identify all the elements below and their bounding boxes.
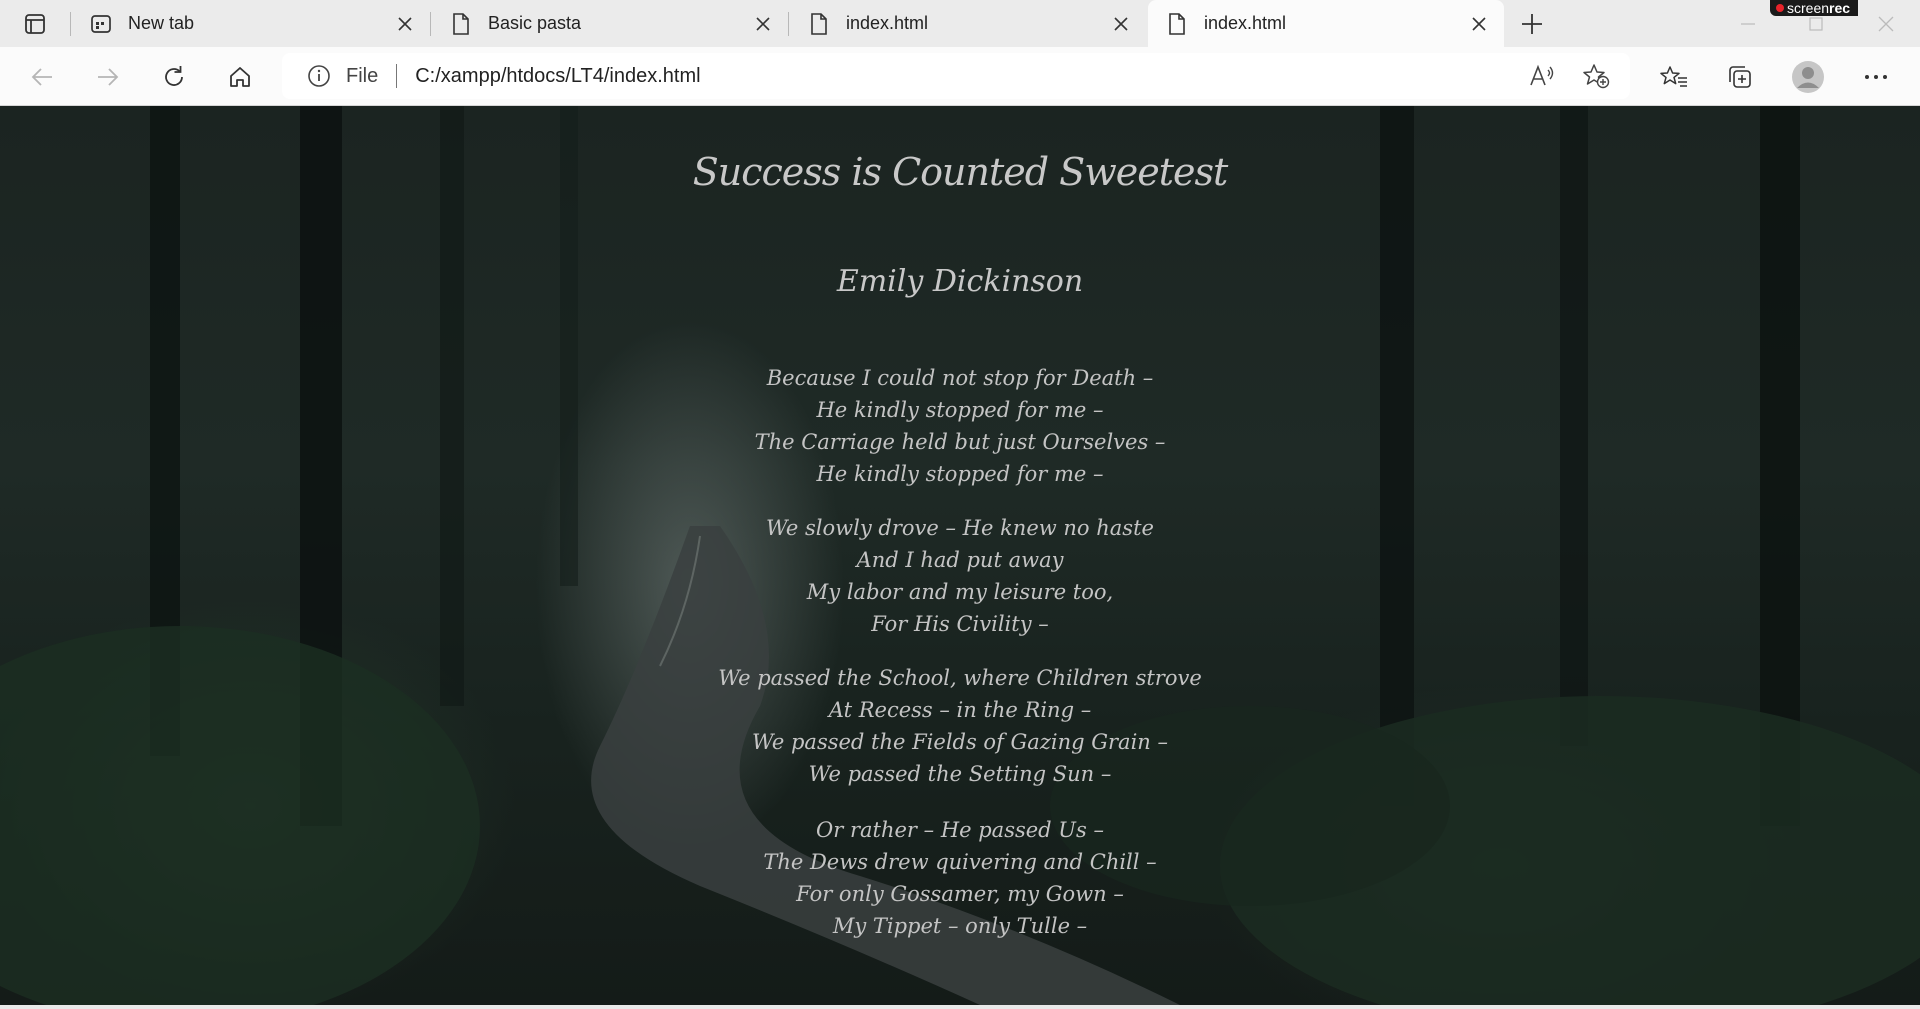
close-icon[interactable]: [1106, 9, 1136, 39]
file-icon: [448, 11, 474, 37]
poem-line: We passed the Setting Sun –: [808, 762, 1112, 786]
poem-line: The Carriage held but just Ourselves –: [754, 430, 1166, 454]
read-aloud-button[interactable]: [1524, 58, 1560, 94]
arrow-right-icon: [98, 68, 119, 86]
window-close-button[interactable]: [1866, 10, 1906, 38]
more-icon: [1865, 75, 1887, 79]
minimize-icon: [1741, 23, 1755, 25]
tab-basic-pasta[interactable]: Basic pasta: [432, 0, 788, 47]
stanza-1: Because I could not stop for Death – He …: [0, 362, 1920, 490]
poem-line: He kindly stopped for me –: [816, 398, 1104, 422]
screenrec-prefix: screen: [1787, 0, 1830, 16]
new-tab-button[interactable]: [1516, 8, 1548, 40]
poem-line: For His Civility –: [871, 612, 1049, 636]
tab-new-tab[interactable]: New tab: [72, 0, 430, 47]
poem-line: Or rather – He passed Us –: [816, 818, 1104, 842]
refresh-icon: [165, 66, 183, 86]
poem-line: My Tippet – only Tulle –: [832, 914, 1088, 938]
tab-separator: [430, 12, 431, 36]
arrow-left-icon: [31, 68, 52, 86]
poem-title: Success is Counted Sweetest: [692, 150, 1229, 194]
poem-line: And I had put away: [856, 548, 1064, 572]
poem-author: Emily Dickinson: [836, 264, 1084, 299]
address-scheme: File: [346, 64, 379, 87]
tab-strip: New tab Basic pasta index.html index.htm…: [0, 0, 1920, 47]
collections-button[interactable]: [1722, 59, 1758, 95]
tab-actions-button[interactable]: [18, 10, 52, 38]
poem-line: We passed the School, where Children str…: [718, 666, 1202, 690]
plus-icon: [1522, 14, 1542, 34]
tab-title: New tab: [128, 13, 195, 33]
favorites-button[interactable]: [1656, 59, 1692, 95]
window-bottom-edge: [0, 1005, 1920, 1009]
collections-icon: [1729, 66, 1751, 88]
page-viewport: Success is Counted Sweetest Emily Dickin…: [0, 106, 1920, 1005]
back-button[interactable]: [24, 59, 60, 95]
record-dot-icon: [1776, 4, 1784, 12]
more-menu-button[interactable]: [1858, 59, 1894, 95]
tab-title: index.html: [846, 13, 929, 33]
poem-line: The Dews drew quivering and Chill –: [763, 850, 1157, 874]
browser-toolbar: File C:/xampp/htdocs/LT4/index.html: [0, 47, 1920, 106]
screenrec-badge: screen rec: [1770, 0, 1859, 16]
forward-button[interactable]: [90, 59, 126, 95]
poem-line: He kindly stopped for me –: [816, 462, 1104, 486]
home-button[interactable]: [222, 59, 258, 95]
refresh-button[interactable]: [156, 59, 192, 95]
star-add-icon: [1583, 64, 1610, 89]
screenrec-suffix: rec: [1829, 0, 1851, 16]
maximize-icon: [1809, 17, 1823, 31]
add-favorite-button[interactable]: [1578, 58, 1614, 94]
file-icon: [1164, 11, 1190, 37]
newtab-icon: [88, 11, 114, 37]
tab-separator: [788, 12, 789, 36]
profile-button[interactable]: [1790, 59, 1826, 95]
tab-index-html[interactable]: index.html: [790, 0, 1146, 47]
stanza-2: We slowly drove – He knew no haste And I…: [0, 512, 1920, 640]
favorites-icon: [1660, 66, 1687, 87]
address-url[interactable]: C:/xampp/htdocs/LT4/index.html: [415, 65, 1630, 88]
poem-line: We slowly drove – He knew no haste: [766, 516, 1154, 540]
poem-line: For only Gossamer, my Gown –: [796, 882, 1124, 906]
minimize-button[interactable]: [1728, 10, 1768, 38]
stanza-3: We passed the School, where Children str…: [0, 662, 1920, 790]
info-icon[interactable]: [306, 63, 332, 89]
file-icon: [806, 11, 832, 37]
address-bar[interactable]: File C:/xampp/htdocs/LT4/index.html: [282, 53, 1630, 99]
close-icon[interactable]: [1464, 9, 1494, 39]
poem-line: At Recess – in the Ring –: [828, 698, 1092, 722]
poem-line: We passed the Fields of Gazing Grain –: [752, 730, 1168, 754]
home-icon: [230, 67, 250, 87]
tab-actions-icon: [25, 14, 45, 34]
close-icon: [1878, 16, 1894, 32]
avatar-icon: [1792, 61, 1824, 93]
poem-line: My labor and my leisure too,: [806, 580, 1114, 604]
tab-index-html-active[interactable]: index.html: [1148, 0, 1504, 47]
tab-title: index.html: [1204, 13, 1287, 33]
close-icon[interactable]: [748, 9, 778, 39]
close-icon[interactable]: [390, 9, 420, 39]
read-aloud-icon: [1530, 64, 1554, 86]
stanza-4: Or rather – He passed Us – The Dews drew…: [0, 814, 1920, 942]
address-divider: [396, 64, 398, 88]
tab-title: Basic pasta: [488, 13, 582, 33]
tab-separator: [70, 12, 71, 36]
poem-line: Because I could not stop for Death –: [766, 366, 1154, 390]
